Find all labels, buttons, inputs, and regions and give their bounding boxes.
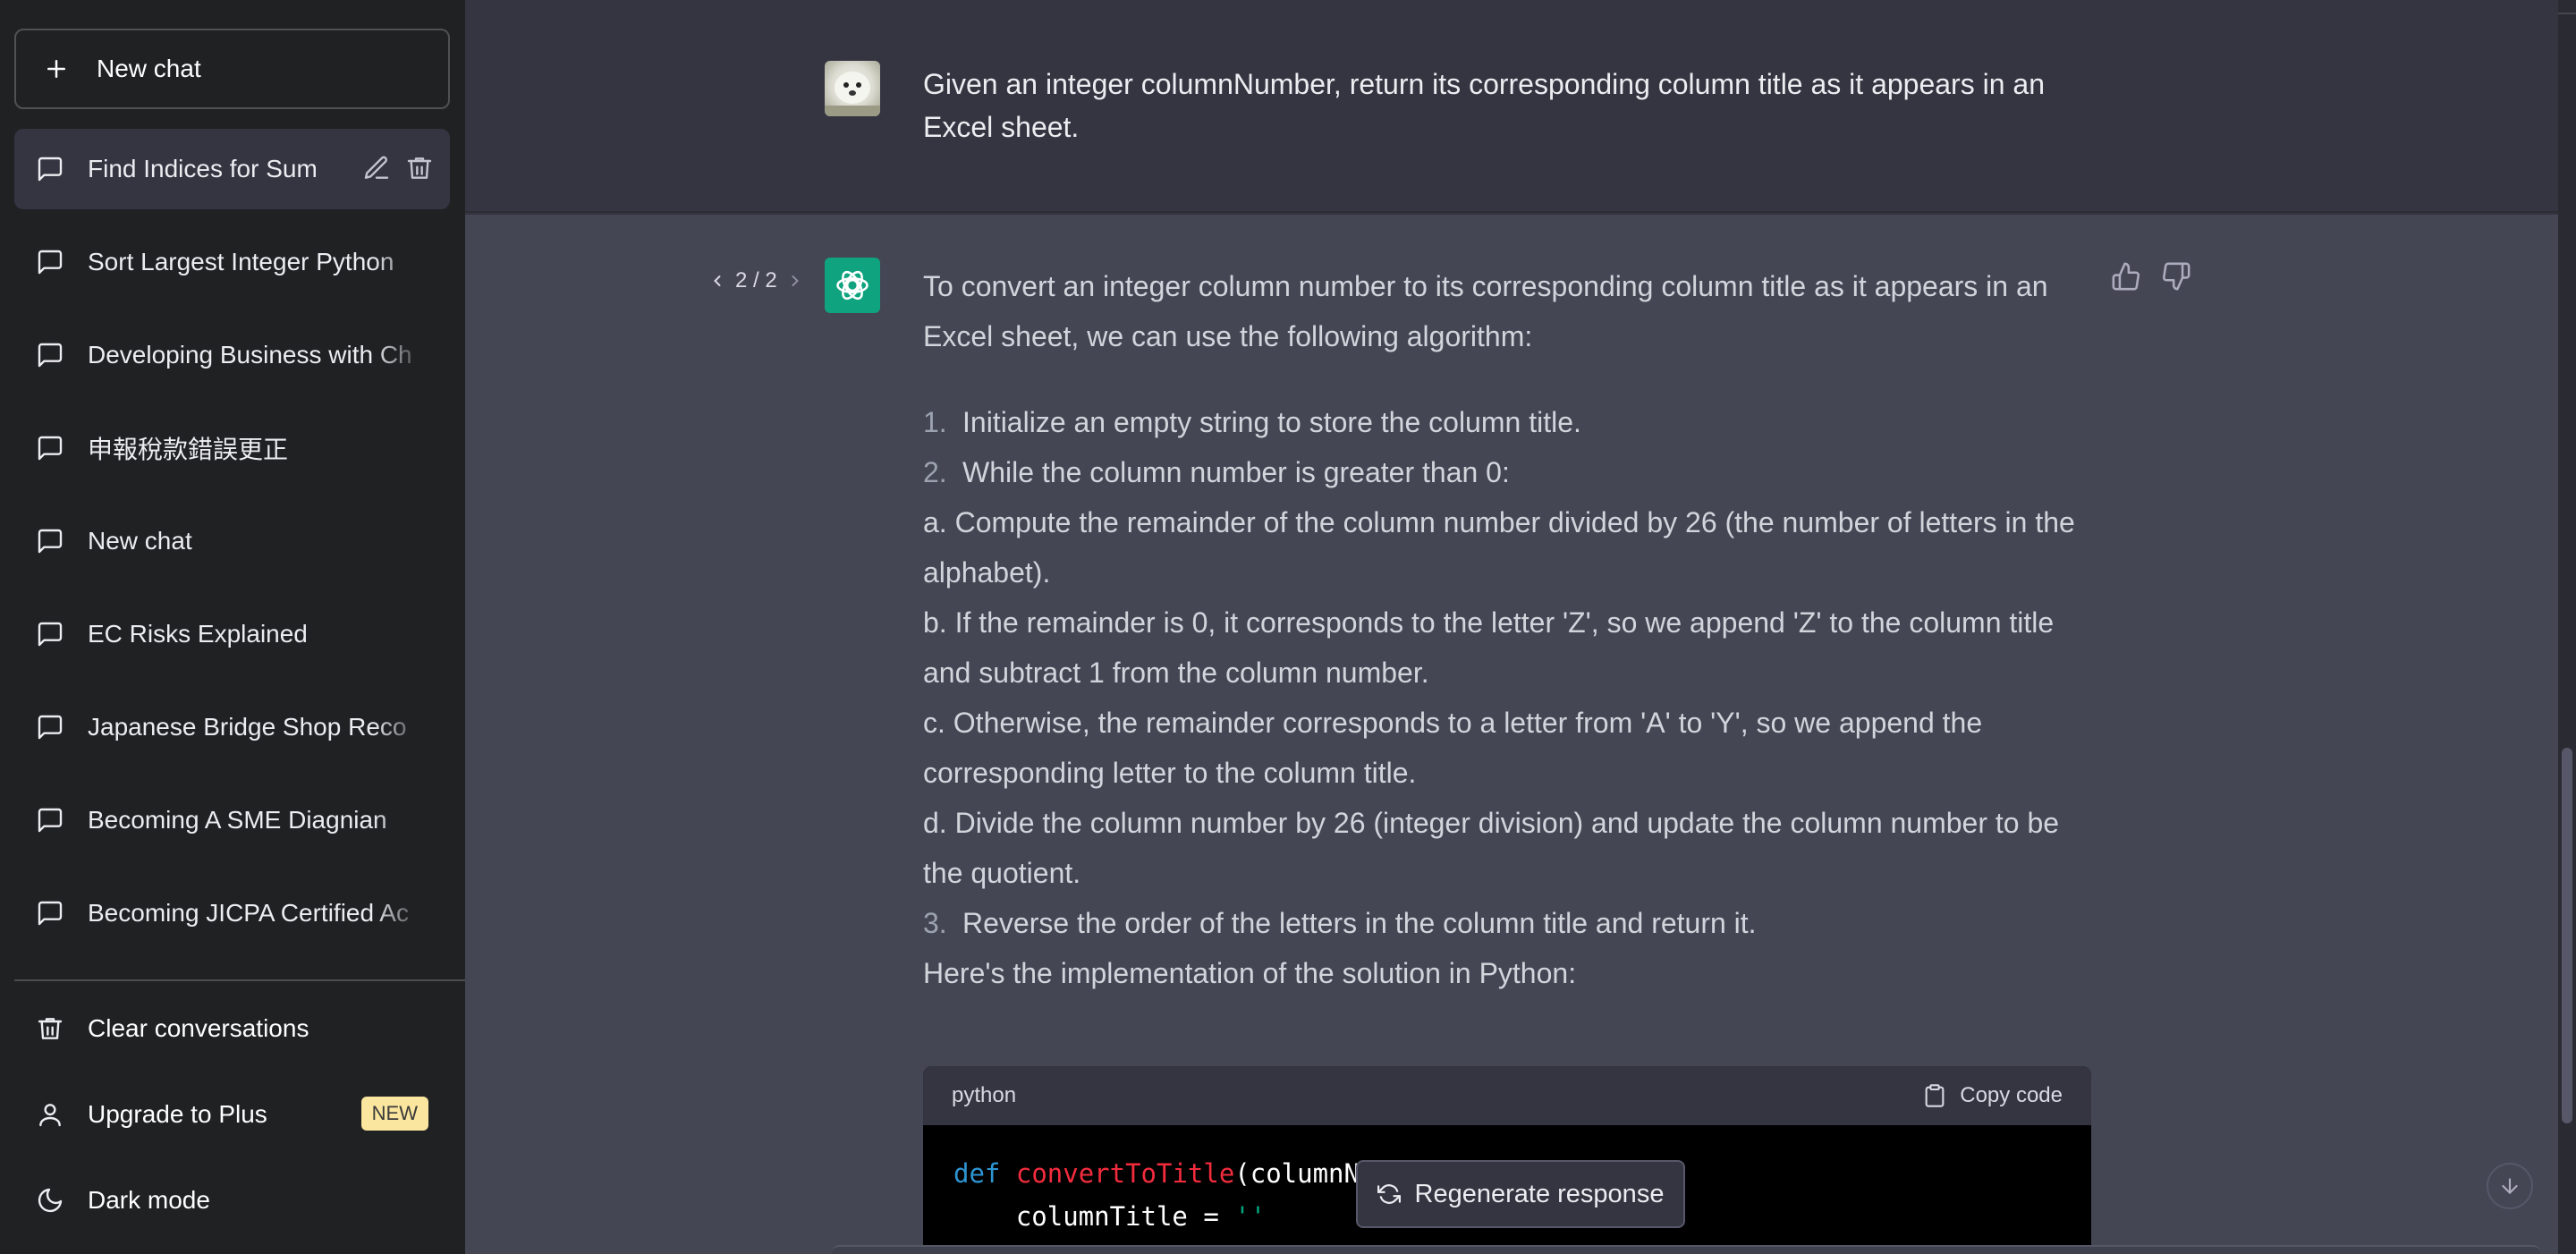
- conversation-label: Japanese Bridge Shop Reco: [88, 713, 407, 741]
- algorithm-steps: 1. Initialize an empty string to store t…: [923, 397, 2086, 948]
- chat-bubble-icon: [38, 715, 63, 740]
- conversation-item[interactable]: Becoming JICPA Certified Ac: [14, 873, 450, 953]
- openai-logo-icon: [836, 270, 869, 301]
- chat-bubble-icon: [38, 157, 63, 182]
- list-item: 1. Initialize an empty string to store t…: [923, 397, 2086, 447]
- chat-bubble-icon: [38, 622, 63, 647]
- sidebar: New chat Find Indices for Sum Sort Large…: [0, 0, 465, 1254]
- chat-bubble-icon: [38, 250, 63, 275]
- clipboard-icon: [1925, 1084, 1945, 1107]
- substep: d. Divide the column number by 26 (integ…: [923, 807, 2060, 889]
- thumbs-up-icon[interactable]: [2111, 261, 2141, 292]
- regenerate-label: Regenerate response: [1414, 1179, 1665, 1208]
- step-text: Initialize an empty string to store the …: [962, 406, 1581, 438]
- composer-edge: [832, 1245, 2540, 1254]
- new-chat-label: New chat: [97, 55, 201, 82]
- list-item: 2. While the column number is greater th…: [923, 447, 2086, 497]
- conversation-label: Sort Largest Integer Python: [88, 248, 394, 275]
- new-badge: NEW: [360, 1097, 428, 1131]
- chat-bubble-icon: [38, 343, 63, 368]
- code-language: python: [952, 1083, 1017, 1107]
- assistant-answer: To convert an integer column number to i…: [923, 261, 2086, 998]
- scroll-to-bottom-button[interactable]: [2487, 1163, 2533, 1209]
- substep: c. Otherwise, the remainder corresponds …: [923, 707, 1983, 789]
- step-number: 2.: [923, 456, 947, 488]
- answer-intro: To convert an integer column number to i…: [923, 270, 2048, 352]
- chat-main: Given an integer columnNumber, return it…: [465, 0, 2558, 1254]
- conversation-label: Becoming A SME Diagnian: [88, 806, 387, 834]
- scrollbar-thumb[interactable]: [2562, 748, 2572, 1123]
- copy-code-label: Copy code: [1960, 1083, 2063, 1107]
- conversation-label: Becoming JICPA Certified Ac: [88, 899, 409, 927]
- sidebar-divider: [14, 979, 465, 981]
- substep: b. If the remainder is 0, it corresponds…: [923, 606, 2055, 689]
- chevron-right-icon[interactable]: [786, 272, 804, 290]
- conversation-item[interactable]: Becoming A SME Diagnian: [14, 780, 450, 860]
- assistant-avatar: [825, 258, 880, 313]
- plus-icon: [47, 60, 65, 78]
- clear-conversations-label: Clear conversations: [88, 1014, 309, 1042]
- scrollbar[interactable]: [2558, 14, 2576, 1254]
- conversation-label: New chat: [88, 527, 192, 555]
- edit-icon[interactable]: [362, 154, 391, 182]
- step-number: 1.: [923, 406, 947, 438]
- clear-conversations-button[interactable]: Clear conversations: [14, 991, 450, 1066]
- feedback-buttons: [2111, 261, 2191, 292]
- step-text: While the column number is greater than …: [962, 456, 1510, 488]
- conversation-item[interactable]: EC Risks Explained: [14, 594, 450, 674]
- step-number: 3.: [923, 907, 947, 939]
- trash-icon: [38, 1018, 63, 1039]
- moon-icon: [38, 1188, 63, 1213]
- implementation-intro: Here's the implementation of the solutio…: [923, 957, 1577, 989]
- chevron-left-icon[interactable]: [708, 272, 726, 290]
- dark-mode-toggle[interactable]: Dark mode: [14, 1163, 450, 1238]
- upgrade-plus-button[interactable]: Upgrade to Plus NEW: [14, 1077, 450, 1152]
- conversation-item-active[interactable]: Find Indices for Sum: [14, 129, 450, 209]
- chat-bubble-icon: [38, 529, 63, 554]
- conversation-item[interactable]: Developing Business with Ch: [14, 315, 450, 395]
- response-pager: 2 / 2: [708, 268, 804, 293]
- upgrade-plus-label: Upgrade to Plus: [88, 1100, 267, 1128]
- list-item: 3. Reverse the order of the letters in t…: [923, 898, 2086, 948]
- arrow-down-icon: [2502, 1178, 2518, 1194]
- chat-bubble-icon: [38, 436, 63, 461]
- conversation-label: Developing Business with Ch: [88, 341, 412, 369]
- conversation-label: 申報稅款錯誤更正: [88, 436, 289, 463]
- dark-mode-label: Dark mode: [88, 1186, 210, 1214]
- substep: a. Compute the remainder of the column n…: [923, 506, 2075, 589]
- conversation-label: EC Risks Explained: [88, 620, 308, 648]
- code-keyword: def: [953, 1158, 1001, 1189]
- step-text: Reverse the order of the letters in the …: [962, 907, 1757, 939]
- new-chat-button[interactable]: New chat: [14, 29, 450, 109]
- trash-icon[interactable]: [405, 154, 434, 182]
- code-header: python Copy code: [923, 1066, 2091, 1125]
- chat-bubble-icon: [38, 808, 63, 833]
- conversation-item[interactable]: Sort Largest Integer Python: [14, 222, 450, 302]
- pager-label: 2 / 2: [735, 268, 777, 292]
- chat-bubble-icon: [38, 901, 63, 926]
- conversation-label: Find Indices for Sum: [88, 155, 318, 182]
- regenerate-response-button[interactable]: Regenerate response: [1356, 1160, 1685, 1228]
- conversation-actions: [362, 154, 434, 182]
- thumbs-down-icon[interactable]: [2161, 261, 2191, 292]
- conversation-item[interactable]: Japanese Bridge Shop Reco: [14, 687, 450, 767]
- conversation-list: Find Indices for Sum Sort Largest Intege…: [14, 129, 450, 966]
- code-text: columnTitle =: [953, 1201, 1235, 1232]
- code-text: (columnNu: [1234, 1158, 1376, 1189]
- user-message-text: Given an integer columnNumber, return it…: [923, 68, 2045, 143]
- copy-code-button[interactable]: Copy code: [1922, 1083, 2063, 1108]
- user-avatar: [825, 61, 880, 116]
- dog-avatar-image: [825, 72, 880, 116]
- code-function-name: convertToTitle: [1015, 1158, 1235, 1189]
- conversation-item[interactable]: New chat: [14, 501, 450, 581]
- user-icon: [39, 1104, 61, 1127]
- conversation-item[interactable]: 申報稅款錯誤更正: [14, 408, 450, 488]
- user-message: Given an integer columnNumber, return it…: [465, 14, 2558, 213]
- assistant-message: 2 / 2 To convert an integer column numbe…: [465, 215, 2558, 1254]
- refresh-icon: [1377, 1184, 1401, 1204]
- code-string: '': [1234, 1201, 1267, 1232]
